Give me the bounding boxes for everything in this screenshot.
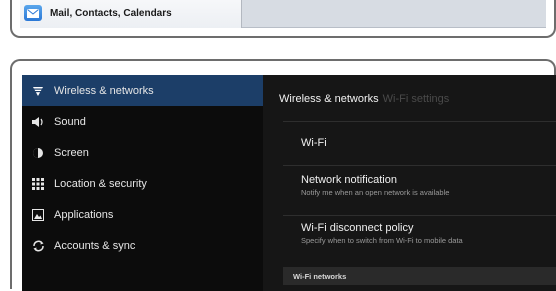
cell-label: Mail, Contacts, Calendars [50, 7, 172, 19]
ios-settings-list: Mail, Contacts, Calendars [20, 0, 546, 28]
mail-contacts-calendars-cell[interactable]: Mail, Contacts, Calendars [20, 0, 242, 28]
pref-title: Wi-Fi [301, 137, 327, 149]
menu-item-label: Applications [54, 208, 114, 221]
pref-summary: Notify me when an open network is availa… [301, 188, 450, 197]
pref-title: Network notification [301, 174, 397, 186]
wifi-toggle-pref[interactable]: Wi-Fi [301, 137, 551, 149]
pref-title: Wi-Fi disconnect policy [301, 222, 414, 234]
ios-settings-frame: Mail, Contacts, Calendars [10, 0, 556, 38]
location-grid-icon [30, 176, 46, 192]
speaker-icon [30, 114, 46, 130]
menu-item-label: Accounts & sync [54, 239, 136, 252]
settings-menu: Wireless & networks Sound Screen Locatio… [22, 75, 263, 291]
settings-detail: Wireless & networks Wi-Fi settings Wi-Fi … [263, 75, 556, 291]
menu-item-applications[interactable]: Applications [22, 199, 263, 230]
wifi-disconnect-policy-pref[interactable]: Wi-Fi disconnect policy Specify when to … [301, 222, 551, 245]
wifi-networks-section-header: Wi-Fi networks [283, 267, 556, 285]
breadcrumb-current[interactable]: Wireless & networks [279, 93, 379, 105]
android-settings-screen: Wireless & networks Sound Screen Locatio… [22, 75, 556, 291]
menu-item-sound[interactable]: Sound [22, 106, 263, 137]
sync-icon [30, 238, 46, 254]
breadcrumb: Wireless & networks Wi-Fi settings [279, 93, 449, 105]
android-settings-frame: Wireless & networks Sound Screen Locatio… [10, 59, 556, 291]
divider [283, 121, 556, 122]
wifi-icon [30, 83, 46, 99]
divider [283, 165, 556, 166]
menu-item-location-security[interactable]: Location & security [22, 168, 263, 199]
applications-icon [30, 207, 46, 223]
divider [283, 215, 556, 216]
mail-icon [24, 5, 42, 21]
menu-item-screen[interactable]: Screen [22, 137, 263, 168]
menu-item-wireless-networks[interactable]: Wireless & networks [22, 75, 263, 106]
network-notification-pref[interactable]: Network notification Notify me when an o… [301, 174, 551, 197]
screen-brightness-icon [30, 145, 46, 161]
breadcrumb-next: Wi-Fi settings [382, 93, 450, 105]
menu-item-label: Screen [54, 146, 89, 159]
pref-summary: Specify when to switch from Wi-Fi to mob… [301, 236, 463, 245]
menu-item-accounts-sync[interactable]: Accounts & sync [22, 230, 263, 261]
menu-item-label: Location & security [54, 177, 147, 190]
menu-item-label: Sound [54, 115, 86, 128]
menu-item-label: Wireless & networks [54, 84, 154, 97]
